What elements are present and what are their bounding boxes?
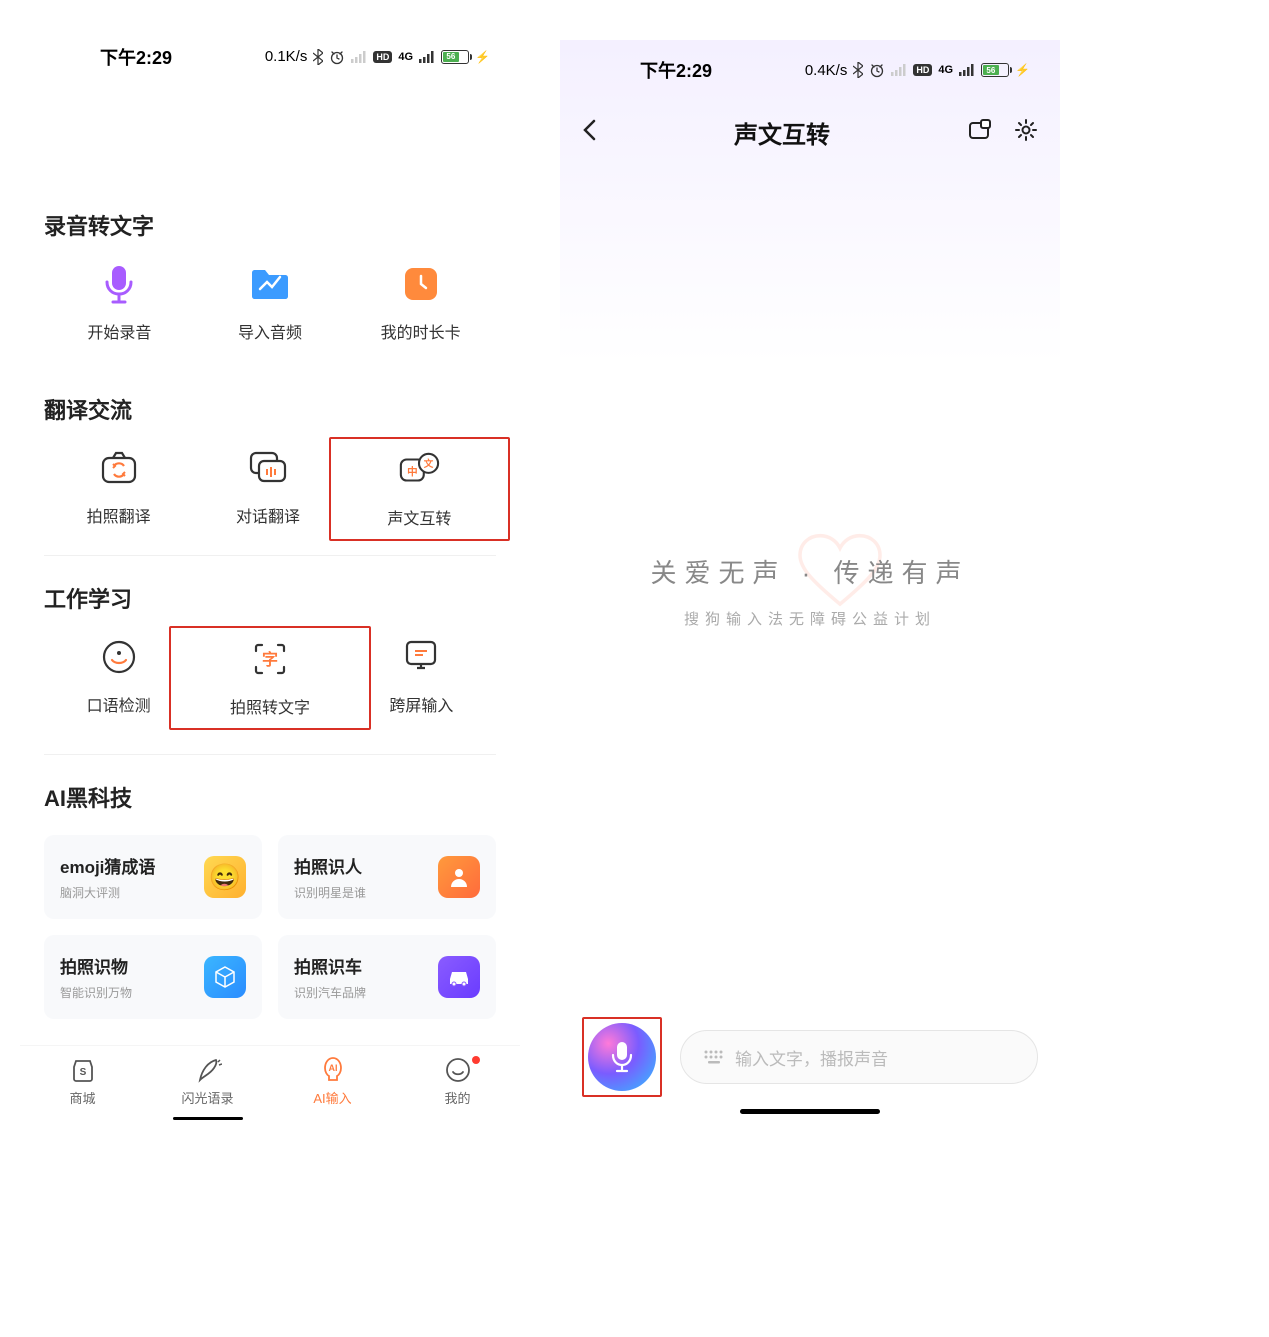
time-card-icon — [400, 263, 442, 305]
nav-quotes[interactable]: 闪光语录 — [145, 1056, 270, 1120]
network-4g: 4G — [398, 51, 413, 63]
input-placeholder: 输入文字，播报声音 — [735, 1045, 888, 1070]
svg-text:字: 字 — [262, 650, 278, 669]
status-icons-2: 0.4K/s HD 4G 56 ⚡ — [805, 62, 1030, 79]
section-translate: 翻译交流 拍照翻译 对话翻译 中文 声文互转 — [20, 367, 520, 556]
screen-right: 下午2:29 0.4K/s HD 4G 56 ⚡ 声文互转 关爱 — [560, 40, 1060, 1120]
screen-icon — [400, 636, 442, 678]
nav-mine[interactable]: 我的 — [395, 1056, 520, 1120]
voice-text-icon: 中文 — [398, 449, 440, 491]
app-header: 声文互转 — [560, 100, 1060, 164]
oral-icon — [98, 636, 140, 678]
item-voice-text-convert[interactable]: 中文 声文互转 — [329, 437, 510, 541]
chevron-left-icon — [582, 119, 596, 141]
item-import-audio[interactable]: 导入音频 — [195, 263, 346, 343]
status-time: 下午2:29 — [100, 44, 172, 70]
input-area: 输入文字，播报声音 — [560, 1017, 1060, 1109]
card-photo-car[interactable]: 拍照识车 识别汽车品牌 — [278, 935, 496, 1019]
svg-text:S: S — [79, 1067, 86, 1078]
hd-badge: HD — [913, 64, 932, 76]
status-icons: 0.1K/s HD 4G 56 ⚡ — [265, 48, 490, 65]
status-bar: 下午2:29 0.1K/s HD 4G 56 ⚡ — [20, 40, 520, 73]
keyboard-icon — [703, 1049, 725, 1065]
feather-icon — [194, 1056, 222, 1084]
section-record: 录音转文字 开始录音 导入音频 我的时长卡 — [20, 183, 520, 367]
nav-underline — [173, 1117, 243, 1120]
section-title-ai: AI黑科技 — [44, 781, 496, 813]
section-title-record: 录音转文字 — [44, 209, 496, 241]
person-icon — [438, 856, 480, 898]
slogan-main: 关爱无声 · 传递有声 — [650, 553, 969, 590]
battery-icon: 56 — [981, 63, 1009, 77]
signal-icon — [891, 64, 907, 76]
settings-button[interactable] — [1014, 118, 1038, 147]
mic-icon — [98, 263, 140, 305]
text-input[interactable]: 输入文字，播报声音 — [680, 1030, 1038, 1084]
page-title: 声文互转 — [734, 115, 830, 150]
folder-icon — [249, 263, 291, 305]
back-button[interactable] — [582, 119, 596, 146]
card-emoji-idiom[interactable]: emoji猜成语 脑洞大评测 😄 — [44, 835, 262, 919]
slogan-area: 关爱无声 · 传递有声 搜狗输入法无障碍公益计划 — [560, 164, 1060, 1017]
home-indicator[interactable] — [740, 1109, 880, 1114]
notification-dot — [472, 1056, 480, 1064]
item-time-card[interactable]: 我的时长卡 — [345, 263, 496, 343]
mic-icon — [609, 1040, 635, 1074]
bottom-nav: S 商城 闪光语录 AI AI输入 我的 — [20, 1045, 520, 1120]
hd-badge: HD — [373, 51, 392, 63]
cube-icon — [204, 956, 246, 998]
section-title-work: 工作学习 — [44, 582, 496, 614]
gear-icon — [1014, 118, 1038, 142]
car-icon — [438, 956, 480, 998]
charging-icon: ⚡ — [1015, 63, 1030, 77]
camera-translate-icon — [98, 447, 140, 489]
charging-icon: ⚡ — [475, 50, 490, 64]
card-photo-object[interactable]: 拍照识物 智能识别万物 — [44, 935, 262, 1019]
svg-text:文: 文 — [423, 458, 434, 470]
shop-icon: S — [69, 1056, 97, 1084]
nav-ai-input[interactable]: AI AI输入 — [270, 1056, 395, 1120]
nav-shop[interactable]: S 商城 — [20, 1056, 145, 1120]
alarm-icon — [869, 62, 885, 78]
item-dialogue-translate[interactable]: 对话翻译 — [193, 447, 342, 531]
mic-highlight — [582, 1017, 662, 1097]
emoji-icon: 😄 — [204, 856, 246, 898]
mic-button[interactable] — [588, 1023, 656, 1091]
blank-area — [20, 73, 520, 183]
item-photo-to-text[interactable]: 字 拍照转文字 — [169, 626, 370, 730]
screen-left: 下午2:29 0.1K/s HD 4G 56 ⚡ 录音转文字 开始录音 — [20, 40, 520, 1120]
status-time-2: 下午2:29 — [640, 57, 712, 83]
section-ai: AI黑科技 emoji猜成语 脑洞大评测 😄 拍照识人 识别明星是谁 — [20, 755, 520, 1045]
smile-icon — [444, 1056, 472, 1084]
alarm-icon — [329, 49, 345, 65]
signal-icon — [351, 51, 367, 63]
card-photo-person[interactable]: 拍照识人 识别明星是谁 — [278, 835, 496, 919]
signal-icon-2 — [419, 51, 435, 63]
network-4g: 4G — [938, 64, 953, 76]
svg-text:AI: AI — [328, 1063, 337, 1073]
item-photo-translate[interactable]: 拍照翻译 — [44, 447, 193, 531]
photo-text-icon: 字 — [249, 638, 291, 680]
signal-icon-2 — [959, 64, 975, 76]
pip-icon — [968, 118, 992, 142]
pip-button[interactable] — [968, 118, 992, 147]
bluetooth-icon — [853, 62, 863, 78]
section-work: 工作学习 口语检测 字 拍照转文字 跨屏输入 — [20, 556, 520, 755]
battery-icon: 56 — [441, 50, 469, 64]
bluetooth-icon — [313, 49, 323, 65]
item-cross-screen[interactable]: 跨屏输入 — [347, 636, 496, 730]
section-title-translate: 翻译交流 — [44, 393, 496, 425]
status-bar-2: 下午2:29 0.4K/s HD 4G 56 ⚡ — [560, 40, 1060, 100]
ai-icon: AI — [319, 1056, 347, 1084]
dialogue-icon — [247, 447, 289, 489]
slogan-sub: 搜狗输入法无障碍公益计划 — [684, 608, 936, 629]
svg-text:中: 中 — [407, 465, 418, 478]
item-start-record[interactable]: 开始录音 — [44, 263, 195, 343]
